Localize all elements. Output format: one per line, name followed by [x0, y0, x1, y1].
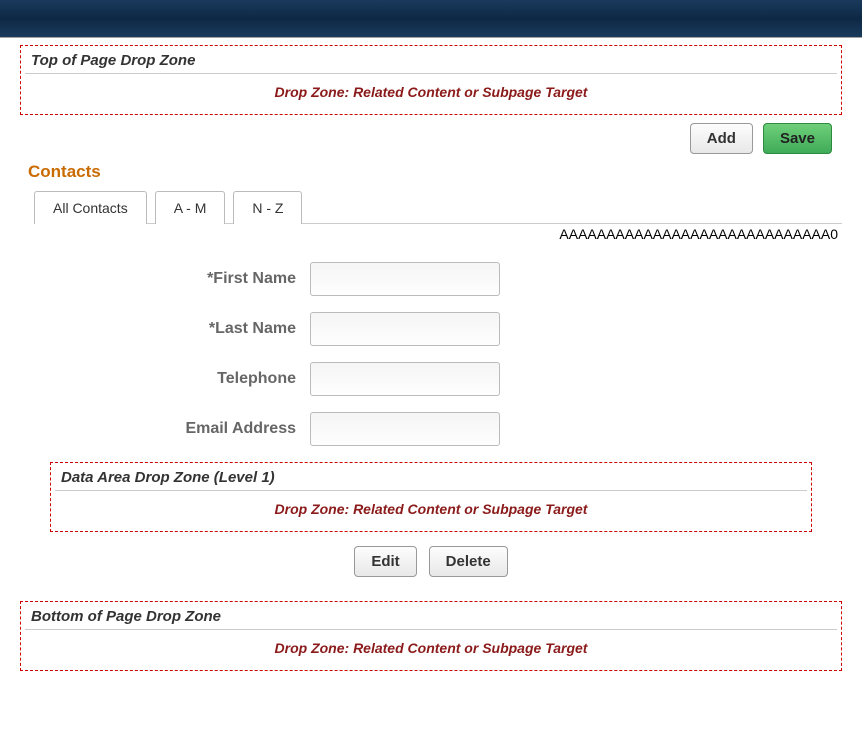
- drop-zone-top-title: Top of Page Drop Zone: [21, 46, 841, 73]
- tab-all-contacts[interactable]: All Contacts: [34, 191, 147, 224]
- last-name-label: *Last Name: [20, 320, 310, 338]
- page-banner: [0, 0, 862, 38]
- first-name-field[interactable]: [310, 262, 500, 296]
- email-field[interactable]: [310, 412, 500, 446]
- tabs: All Contacts A - M N - Z: [34, 190, 842, 224]
- toolbar: Add Save: [20, 123, 832, 154]
- tab-n-z[interactable]: N - Z: [233, 191, 302, 224]
- section-title: Contacts: [28, 162, 842, 182]
- tab-a-m[interactable]: A - M: [155, 191, 226, 224]
- drop-zone-data-body: Drop Zone: Related Content or Subpage Ta…: [51, 491, 811, 531]
- add-button[interactable]: Add: [690, 123, 753, 154]
- drop-zone-bottom[interactable]: Bottom of Page Drop Zone Drop Zone: Rela…: [20, 601, 842, 671]
- save-button[interactable]: Save: [763, 123, 832, 154]
- last-name-field[interactable]: [310, 312, 500, 346]
- drop-zone-data-title: Data Area Drop Zone (Level 1): [51, 463, 811, 490]
- telephone-label: Telephone: [20, 370, 310, 388]
- telephone-field[interactable]: [310, 362, 500, 396]
- drop-zone-data-area[interactable]: Data Area Drop Zone (Level 1) Drop Zone:…: [50, 462, 812, 532]
- edit-button[interactable]: Edit: [354, 546, 416, 577]
- first-name-label: *First Name: [20, 270, 310, 288]
- drop-zone-bottom-body: Drop Zone: Related Content or Subpage Ta…: [21, 630, 841, 670]
- drop-zone-top-body: Drop Zone: Related Content or Subpage Ta…: [21, 74, 841, 114]
- row-actions: Edit Delete: [20, 546, 842, 577]
- drop-zone-bottom-title: Bottom of Page Drop Zone: [21, 602, 841, 629]
- delete-button[interactable]: Delete: [429, 546, 508, 577]
- scroll-label: AAAAAAAAAAAAAAAAAAAAAAAAAAAAA0: [20, 226, 838, 242]
- email-label: Email Address: [20, 420, 310, 438]
- drop-zone-top[interactable]: Top of Page Drop Zone Drop Zone: Related…: [20, 45, 842, 115]
- contact-form: *First Name *Last Name Telephone Email A…: [20, 262, 842, 446]
